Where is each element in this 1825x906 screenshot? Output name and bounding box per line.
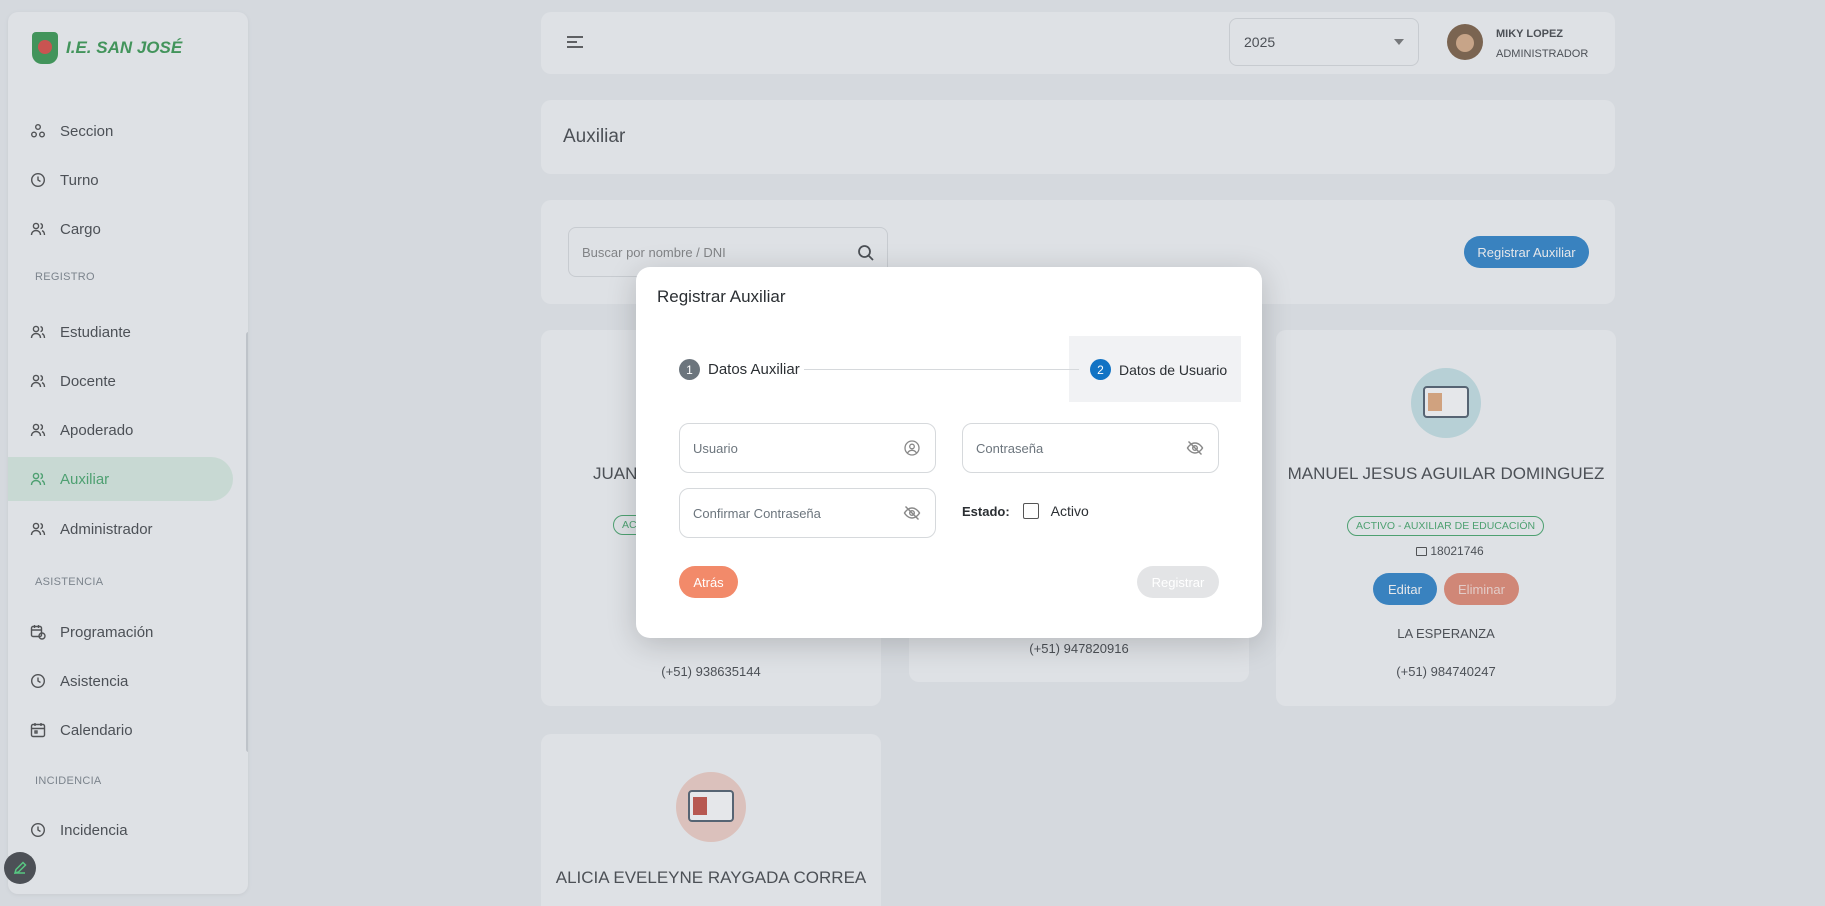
step1-label: Datos Auxiliar: [708, 361, 800, 378]
usuario-placeholder: Usuario: [693, 440, 738, 456]
usuario-field[interactable]: Usuario: [679, 423, 936, 473]
register-auxiliar-modal: Registrar Auxiliar 1 Datos Auxiliar 2 Da…: [636, 267, 1262, 638]
step2-label: Datos de Usuario: [1119, 361, 1228, 378]
activo-label[interactable]: Activo: [1051, 503, 1089, 519]
modal-title: Registrar Auxiliar: [657, 287, 786, 306]
step2-number: 2: [1090, 359, 1111, 380]
eye-off-icon[interactable]: [1186, 439, 1204, 457]
step-datos-auxiliar[interactable]: 1 Datos Auxiliar: [679, 359, 800, 380]
contrasena-placeholder: Contraseña: [976, 440, 1044, 456]
step-datos-usuario[interactable]: 2 Datos de Usuario: [1090, 359, 1227, 380]
confirmar-placeholder: Confirmar Contraseña: [693, 505, 821, 521]
activo-checkbox[interactable]: [1022, 503, 1039, 519]
step1-number: 1: [679, 359, 700, 380]
estado-label: Estado:: [962, 503, 1010, 519]
register-button[interactable]: Registrar: [1137, 566, 1219, 598]
user-circle-icon: [904, 440, 920, 456]
back-button[interactable]: Atrás: [679, 566, 738, 598]
confirmar-contrasena-field[interactable]: Confirmar Contraseña: [679, 488, 936, 538]
contrasena-field[interactable]: Contraseña: [962, 423, 1219, 473]
stepper-connector: [804, 369, 1079, 370]
estado-row: Estado: Activo: [962, 503, 1089, 519]
eye-off-icon[interactable]: [903, 504, 921, 522]
